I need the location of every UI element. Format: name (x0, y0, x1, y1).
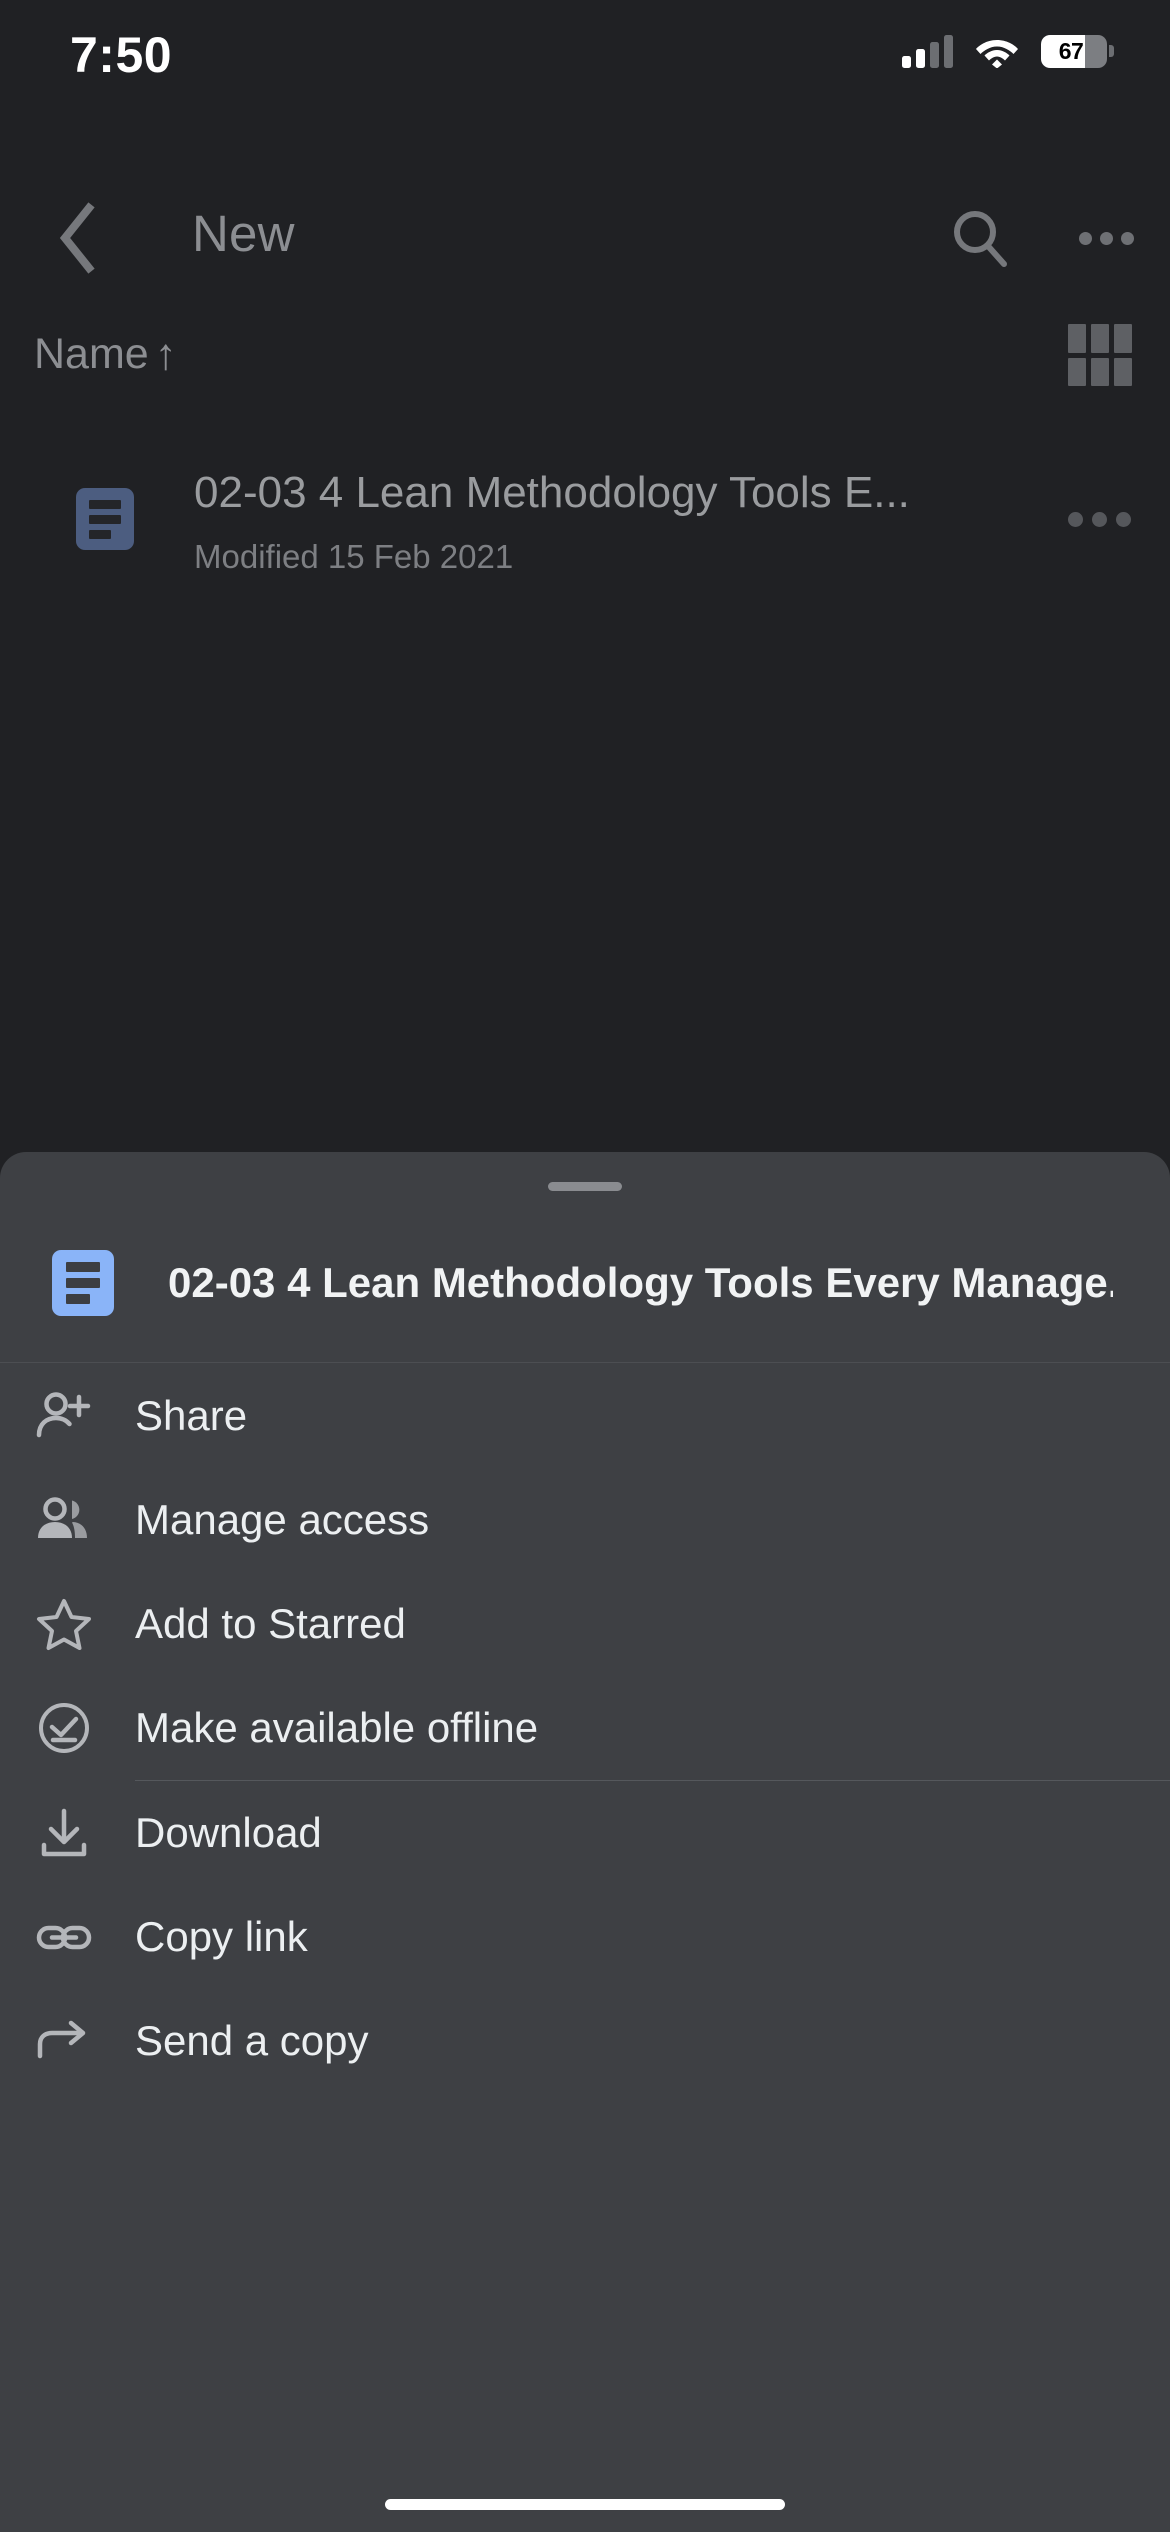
cellular-signal-icon (902, 34, 953, 68)
menu-item-label: Make available offline (135, 1704, 538, 1752)
status-bar: 7:50 67 (0, 0, 1170, 120)
wifi-icon (975, 34, 1019, 68)
google-docs-icon (76, 488, 134, 550)
status-bar-time: 7:50 (70, 26, 172, 84)
divider (0, 1362, 1170, 1363)
navigation-bar: New (0, 178, 1170, 298)
star-outline-icon (32, 1595, 96, 1653)
status-bar-indicators: 67 (902, 34, 1114, 68)
file-actions-bottom-sheet: 02-03 4 Lean Methodology Tools Every Man… (0, 1152, 1170, 2532)
menu-item-label: Download (135, 1809, 322, 1857)
file-name: 02-03 4 Lean Methodology Tools E... (194, 468, 910, 518)
menu-item-manage-access[interactable]: Manage access (0, 1468, 1170, 1572)
menu-item-label: Send a copy (135, 2017, 369, 2065)
home-indicator[interactable] (385, 2499, 785, 2510)
menu-item-send-a-copy[interactable]: Send a copy (0, 1989, 1170, 2093)
list-item[interactable]: 02-03 4 Lean Methodology Tools E... Modi… (0, 440, 1170, 600)
phone-screen: 7:50 67 (0, 0, 1170, 2532)
sort-by-name-button[interactable]: Name ↑ (34, 330, 177, 379)
battery-percent-label: 67 (1041, 35, 1107, 68)
more-horizontal-icon[interactable] (1064, 196, 1148, 280)
sort-row: Name ↑ (0, 300, 1170, 410)
menu-item-share[interactable]: Share (0, 1364, 1170, 1468)
download-icon (32, 1804, 96, 1862)
link-icon (32, 1908, 96, 1966)
bottom-sheet-menu: Share Manage access (0, 1364, 1170, 2093)
drag-handle[interactable] (548, 1182, 622, 1191)
send-copy-icon (32, 2012, 96, 2070)
grid-view-icon[interactable] (1068, 324, 1132, 386)
back-button[interactable] (40, 200, 116, 276)
person-add-icon (32, 1387, 96, 1445)
more-horizontal-icon[interactable] (1060, 484, 1138, 554)
bottom-sheet-file-title: 02-03 4 Lean Methodology Tools Every Man… (168, 1259, 1113, 1307)
menu-item-add-to-starred[interactable]: Add to Starred (0, 1572, 1170, 1676)
people-icon (32, 1491, 96, 1549)
file-list: 02-03 4 Lean Methodology Tools E... Modi… (0, 440, 1170, 600)
sort-label-text: Name (34, 330, 149, 379)
menu-item-label: Manage access (135, 1496, 429, 1544)
sort-ascending-arrow-icon: ↑ (155, 333, 177, 377)
google-docs-icon (52, 1250, 114, 1316)
page-title: New (192, 204, 295, 263)
menu-item-label: Share (135, 1392, 247, 1440)
menu-item-copy-link[interactable]: Copy link (0, 1885, 1170, 1989)
file-modified-date: Modified 15 Feb 2021 (194, 538, 513, 576)
offline-check-icon (32, 1699, 96, 1757)
menu-item-make-available-offline[interactable]: Make available offline (0, 1676, 1170, 1780)
menu-item-download[interactable]: Download (0, 1781, 1170, 1885)
bottom-sheet-header: 02-03 4 Lean Methodology Tools Every Man… (0, 1206, 1170, 1360)
search-icon[interactable] (938, 196, 1022, 280)
menu-item-label: Copy link (135, 1913, 308, 1961)
battery-icon: 67 (1041, 35, 1114, 68)
menu-item-label: Add to Starred (135, 1600, 406, 1648)
